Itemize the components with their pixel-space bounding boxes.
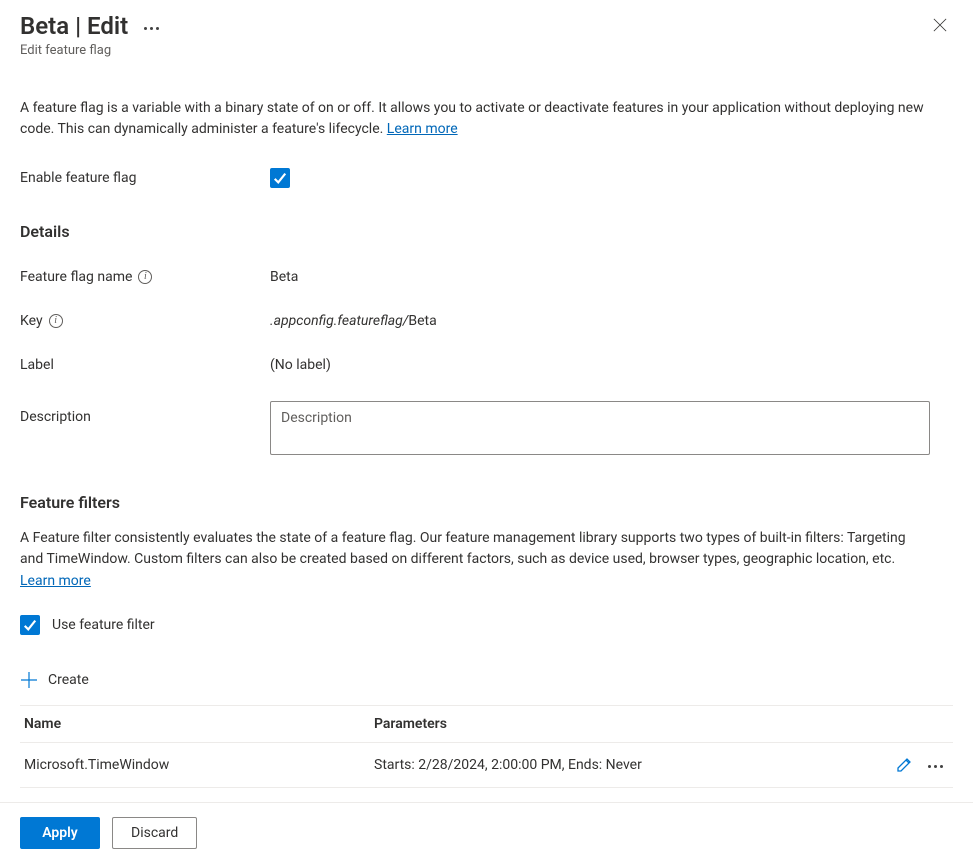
filters-intro-body: A Feature filter consistently evaluates … [20,530,906,568]
label-label: Label [20,357,270,373]
plus-icon [20,671,38,689]
use-feature-filter-label: Use feature filter [52,617,155,633]
discard-button[interactable]: Discard [112,817,197,849]
key-label: Key [20,313,43,329]
flag-name-value: Beta [270,269,953,285]
key-suffix: Beta [408,313,436,329]
page-subtitle: Edit feature flag [20,43,927,58]
close-button[interactable] [927,12,953,38]
enable-flag-checkbox[interactable] [270,168,290,188]
key-prefix: .appconfig.featureflag/ [270,313,408,329]
column-name-header: Name [24,716,374,732]
key-value: .appconfig.featureflag/Beta [270,313,953,329]
create-filter-button[interactable]: Create [20,667,953,693]
close-icon [933,18,947,32]
filter-name: Microsoft.TimeWindow [24,757,374,773]
page-title: Beta | Edit [20,12,128,41]
feature-filters-heading: Feature filters [20,493,953,512]
description-label: Description [20,401,270,425]
details-heading: Details [20,222,953,241]
create-filter-label: Create [48,672,89,688]
intro-text: A feature flag is a variable with a bina… [20,98,930,140]
pencil-icon [896,757,912,773]
check-icon [273,171,287,185]
apply-button[interactable]: Apply [20,817,100,849]
filter-more-button[interactable] [922,757,949,772]
ellipsis-icon [924,761,947,772]
intro-body: A feature flag is a variable with a bina… [20,100,924,137]
filter-params: Starts: 2/28/2024, 2:00:00 PM, Ends: Nev… [374,757,879,773]
more-icon[interactable] [140,23,163,34]
flag-name-label: Feature flag name [20,269,132,285]
learn-more-link[interactable]: Learn more [387,121,458,137]
label-value: (No label) [270,357,953,373]
description-input[interactable] [270,401,930,455]
check-icon [23,618,37,632]
info-icon[interactable]: i [49,314,63,328]
filters-intro: A Feature filter consistently evaluates … [20,528,930,593]
filters-table: Name Parameters Microsoft.TimeWindowStar… [20,705,953,788]
filters-learn-more-link[interactable]: Learn more [20,573,91,589]
enable-flag-label: Enable feature flag [20,170,270,186]
info-icon[interactable]: i [138,270,152,284]
table-row: Microsoft.TimeWindowStarts: 2/28/2024, 2… [20,743,953,788]
column-params-header: Parameters [374,716,879,732]
edit-filter-button[interactable] [894,755,914,775]
use-feature-filter-checkbox[interactable] [20,615,40,635]
